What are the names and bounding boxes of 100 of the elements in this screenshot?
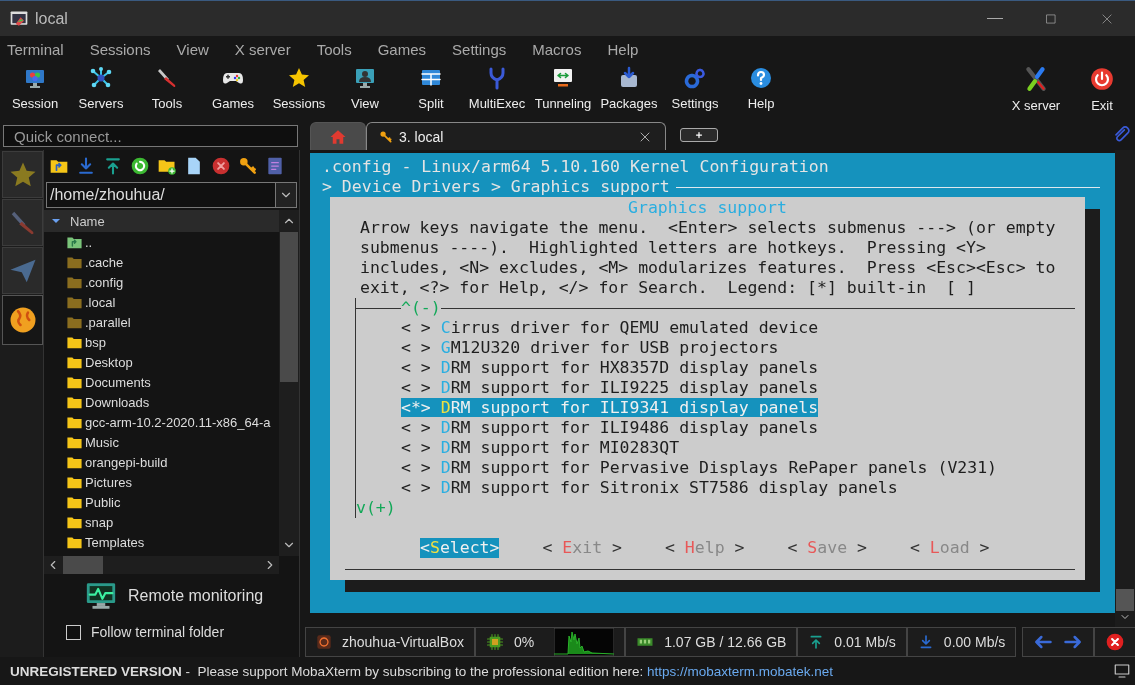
toolbar-button[interactable]: Settings bbox=[662, 62, 728, 120]
website-link[interactable]: https://mobaxterm.mobatek.net bbox=[647, 663, 834, 679]
file-row[interactable]: .parallel bbox=[44, 312, 279, 332]
dialog-button[interactable]: < Load > bbox=[910, 538, 990, 558]
toolbar-button[interactable]: Tunneling bbox=[530, 62, 596, 120]
toolbar-button[interactable]: Tools bbox=[134, 62, 200, 120]
remote-monitoring-button[interactable]: Remote monitoring bbox=[84, 580, 264, 612]
key-icon[interactable] bbox=[238, 156, 258, 176]
toolbar-button[interactable]: MultiExec bbox=[464, 62, 530, 120]
delete-icon[interactable] bbox=[211, 156, 231, 176]
file-row[interactable]: Documents bbox=[44, 372, 279, 392]
toolbar-button[interactable]: Session bbox=[2, 62, 68, 120]
menu-item[interactable]: X server bbox=[234, 40, 291, 58]
column-header[interactable]: Name bbox=[44, 210, 279, 232]
toolbar-button[interactable]: Help bbox=[728, 62, 794, 120]
dialog-title: Graphics support bbox=[628, 198, 787, 217]
file-name: .config bbox=[85, 274, 124, 290]
menu-option[interactable]: < > DRM support for MI0283QT bbox=[401, 438, 680, 457]
file-name: Public bbox=[85, 494, 121, 510]
menu-item[interactable]: Games bbox=[377, 40, 427, 58]
file-row[interactable]: Public bbox=[44, 492, 279, 512]
file-name: bsp bbox=[85, 334, 106, 350]
maximize-icon bbox=[1044, 11, 1058, 26]
help-text: submenus ----). Highlighted letters are hotkeys. Pressing <Y> bbox=[359, 238, 987, 258]
download-icon[interactable] bbox=[76, 156, 96, 176]
menu-item[interactable]: Macros bbox=[532, 40, 582, 58]
menu-item[interactable]: Terminal bbox=[7, 40, 64, 58]
monitor-icon bbox=[1113, 662, 1131, 680]
dropdown-button[interactable] bbox=[275, 182, 297, 208]
menu-item[interactable]: Sessions bbox=[89, 40, 151, 58]
menu-item[interactable]: Settings bbox=[452, 40, 507, 58]
scroll-indicator: v(+) bbox=[355, 498, 396, 517]
minimize-icon bbox=[987, 17, 1003, 20]
refresh-icon[interactable] bbox=[130, 156, 150, 176]
scroll-thumb[interactable] bbox=[280, 232, 298, 382]
file-row[interactable]: bsp bbox=[44, 332, 279, 352]
scroll-thumb[interactable] bbox=[1116, 589, 1134, 611]
download-speed: 0.00 Mb/s bbox=[943, 634, 1006, 650]
scroll-thumb[interactable] bbox=[63, 556, 103, 574]
menu-option[interactable]: < > Cirrus driver for QEMU emulated device bbox=[401, 318, 819, 337]
file-name: Desktop bbox=[85, 354, 133, 370]
menu-option[interactable]: < > DRM support for Pervasive Displays RePaper panels (V231) bbox=[401, 458, 998, 477]
quick-connect-field[interactable]: Quick connect... bbox=[3, 125, 298, 147]
file-name: .local bbox=[85, 294, 116, 310]
settings-icon bbox=[683, 66, 707, 90]
file-row[interactable]: .local bbox=[44, 292, 279, 312]
dialog-button[interactable]: < Save > bbox=[787, 538, 867, 558]
cpu-usage: 0% bbox=[513, 634, 535, 650]
unregistered-label: UNREGISTERED VERSION bbox=[10, 663, 182, 679]
file-name: .. bbox=[85, 234, 93, 250]
toolbar-button[interactable]: Packages bbox=[596, 62, 662, 120]
user-monitor-icon bbox=[353, 66, 377, 90]
checkbox-label[interactable]: Follow terminal folder bbox=[91, 624, 225, 640]
dialog-button[interactable]: < Exit > bbox=[542, 538, 622, 558]
menu-item[interactable]: Help bbox=[607, 40, 639, 58]
file-row[interactable]: gcc-arm-10.2-2020.11-x86_64-a bbox=[44, 412, 279, 432]
path-field[interactable]: /home/zhouhua/ bbox=[46, 182, 275, 208]
star-icon bbox=[287, 66, 311, 90]
monitor-arrows-icon bbox=[551, 66, 575, 90]
dialog-button[interactable]: < Help > bbox=[665, 538, 745, 558]
toolbar-button[interactable]: Split bbox=[398, 62, 464, 120]
power-icon bbox=[1089, 66, 1115, 92]
file-row[interactable]: .cache bbox=[44, 252, 279, 272]
toolbar-button[interactable]: X server bbox=[1003, 62, 1069, 120]
file-name: .parallel bbox=[85, 314, 131, 330]
help-text: includes, <N> excludes, <M> modularizes features. Press <Esc><Esc> to bbox=[359, 258, 1057, 278]
file-row[interactable]: snap bbox=[44, 512, 279, 532]
checkbox[interactable] bbox=[66, 624, 81, 640]
menu-option[interactable]: < > DRM support for ILI9486 display panels bbox=[401, 418, 819, 437]
file-name: snap bbox=[85, 514, 114, 530]
session-tab[interactable]: 3. local bbox=[366, 122, 666, 150]
file-row[interactable]: .config bbox=[44, 272, 279, 292]
menu-item[interactable]: Tools bbox=[316, 40, 352, 58]
toolbar-button[interactable]: Games bbox=[200, 62, 266, 120]
toolbar-button[interactable]: Exit bbox=[1069, 62, 1135, 120]
menu-item[interactable]: View bbox=[176, 40, 209, 58]
menu-option[interactable]: < > DRM support for Sitronix ST7586 display panels bbox=[401, 478, 898, 497]
window-title: local bbox=[35, 9, 68, 28]
sidebar-tab[interactable] bbox=[2, 295, 43, 345]
file-row[interactable]: Pictures bbox=[44, 472, 279, 492]
file-row[interactable]: orangepi-build bbox=[44, 452, 279, 472]
menu-option[interactable]: < > DRM support for HX8357D display panels bbox=[401, 358, 819, 377]
close-icon[interactable] bbox=[1105, 632, 1126, 652]
file-name: Templates bbox=[85, 534, 145, 550]
upload-icon[interactable] bbox=[103, 156, 123, 176]
document-icon[interactable] bbox=[265, 156, 285, 176]
help-icon bbox=[749, 66, 773, 90]
toolbar-button[interactable]: Sessions bbox=[266, 62, 332, 120]
scroll-indicator: ^(-) bbox=[401, 298, 441, 318]
new-tab-button[interactable] bbox=[680, 128, 718, 142]
file-row[interactable]: Music bbox=[44, 432, 279, 452]
file-row[interactable]: .. bbox=[44, 232, 279, 252]
toolbar-button[interactable]: View bbox=[332, 62, 398, 120]
menu-option[interactable]: < > GM12U320 driver for USB projectors bbox=[401, 338, 779, 357]
toolbar-button[interactable]: Servers bbox=[68, 62, 134, 120]
key-icon bbox=[379, 129, 393, 144]
menu-option[interactable]: < > DRM support for ILI9225 display panels bbox=[401, 378, 819, 397]
file-row[interactable]: Templates bbox=[44, 532, 279, 552]
file-row[interactable]: Desktop bbox=[44, 352, 279, 372]
file-row[interactable]: Downloads bbox=[44, 392, 279, 412]
